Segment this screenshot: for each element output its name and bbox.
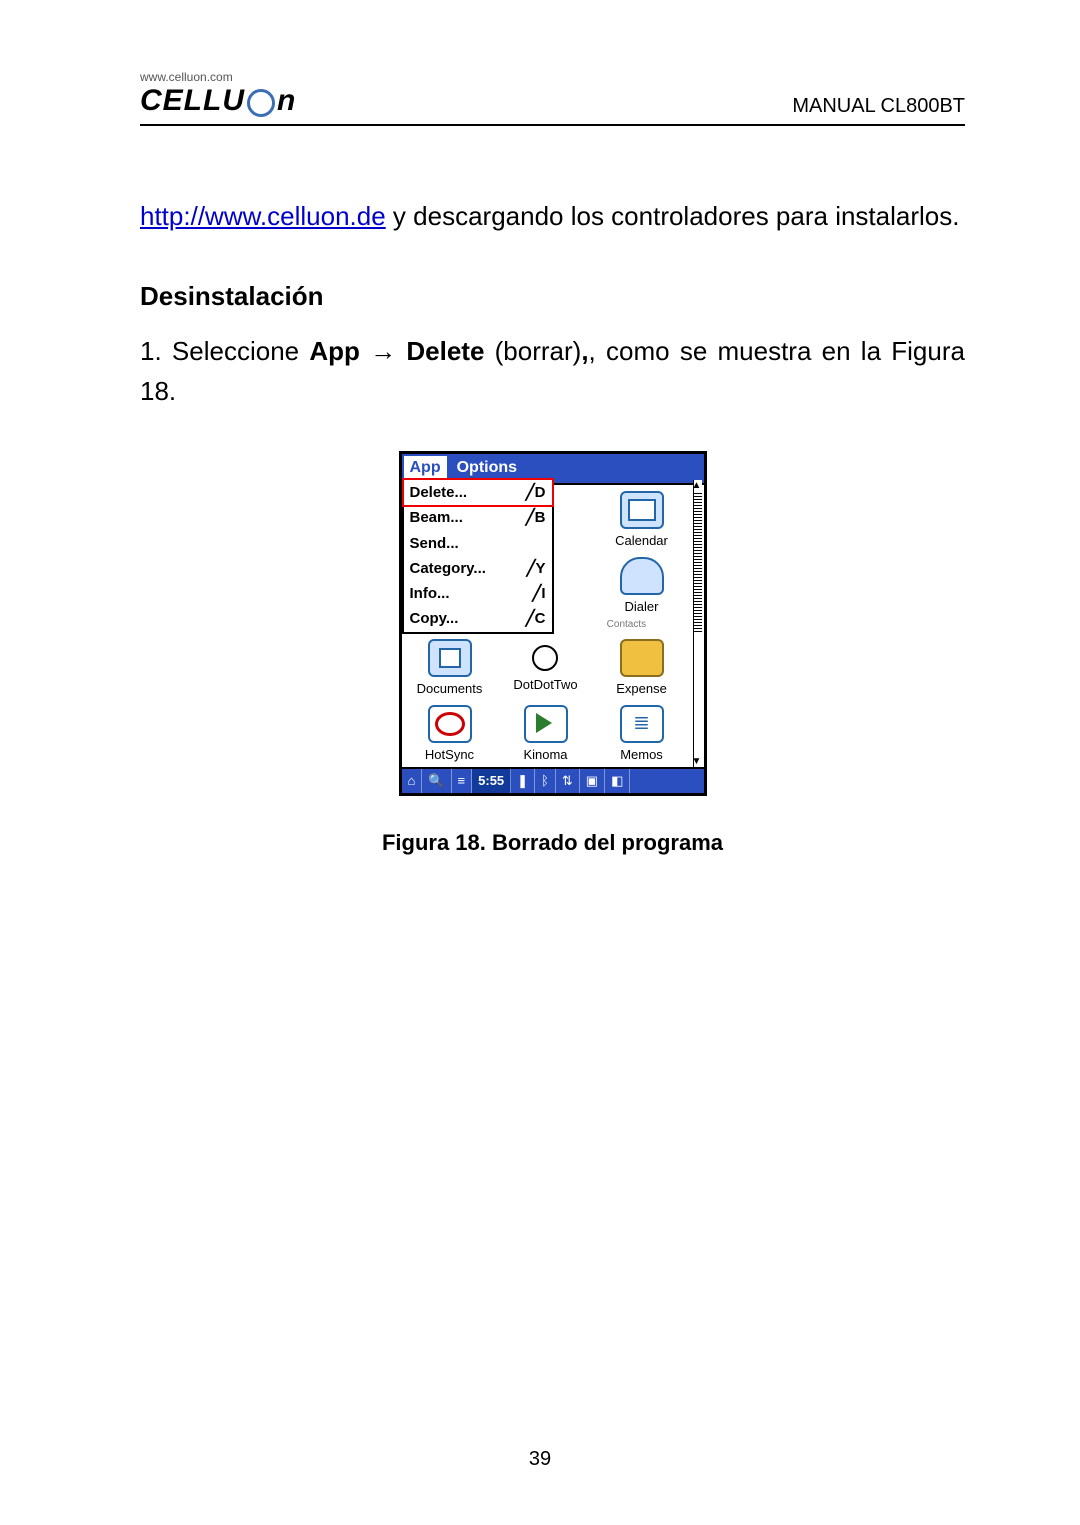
calendar-icon <box>620 491 664 529</box>
download-link[interactable]: http://www.celluon.de <box>140 201 386 231</box>
app-label: Memos <box>594 745 690 765</box>
app-label: Kinoma <box>498 745 594 765</box>
menu-item-label: Send... <box>410 532 459 555</box>
step-comma: , <box>581 336 588 366</box>
brand-url: www.celluon.com <box>140 70 296 84</box>
step-1: 1. Seleccione App → Delete (borrar),, co… <box>140 331 965 412</box>
app-label: Expense <box>594 679 690 699</box>
brand-wordmark: CELLU n <box>140 84 296 118</box>
step-paren: (borrar) <box>484 336 581 366</box>
app-hotsync[interactable]: HotSync <box>402 701 498 767</box>
app-memos[interactable]: Memos <box>594 701 690 767</box>
palm-menu-item-delete[interactable]: Delete... ╱D <box>402 478 554 507</box>
figure-caption: Figura 18. Borrado del programa <box>140 826 965 860</box>
palm-scrollbar[interactable] <box>693 480 702 767</box>
expense-icon <box>620 639 664 677</box>
dialer-icon <box>620 557 664 595</box>
status-menu-icon[interactable]: ≡ <box>452 769 473 793</box>
step-delete-bold: Delete <box>406 336 484 366</box>
palm-app-dropdown: Delete... ╱D Beam... ╱B Send...Category... ╱Y… <box>402 478 554 634</box>
app-kinoma[interactable]: Kinoma <box>498 701 594 767</box>
palm-menu-item-send[interactable]: Send... <box>404 531 552 556</box>
menu-item-shortcut: ╱D <box>526 481 546 504</box>
obscured-right: Contacts <box>607 617 646 633</box>
status-home-icon[interactable]: ⌂ <box>402 769 423 793</box>
app-label: DotDotTwo <box>498 675 594 695</box>
palm-menu-item-info[interactable]: Info... ╱I <box>404 581 552 606</box>
status-bluetooth-icon[interactable]: ᛒ <box>535 769 556 793</box>
manual-label: MANUAL CL800BT <box>792 95 965 118</box>
step-app-bold: App <box>309 336 360 366</box>
app-calendar[interactable]: Calendar <box>594 487 690 553</box>
step-arrow: → <box>360 336 406 366</box>
kinoma-icon <box>524 705 568 743</box>
app-label: Calendar <box>594 531 690 551</box>
page-body: http://www.celluon.de y descargando los … <box>140 126 965 860</box>
menu-item-shortcut: ╱I <box>532 582 545 605</box>
app-dotdottwo[interactable]: DotDotTwo <box>498 635 594 701</box>
brand-ring-icon <box>247 89 275 117</box>
app-label: HotSync <box>402 745 498 765</box>
menu-item-label: Category... <box>410 557 486 580</box>
dotdottwo-icon <box>526 639 566 673</box>
palm-status-bar: ⌂ 🔍 ≡ 5:55 ❚ ᛒ ⇅ ▣ ◧ <box>402 767 704 793</box>
app-documents[interactable]: Documents <box>402 635 498 701</box>
section-heading: Desinstalación <box>140 276 965 316</box>
palm-screenshot: App Options Delete...╱DBeam...╱BSend...C… <box>399 451 707 796</box>
app-label: Dialer <box>594 597 690 617</box>
manual-page: www.celluon.com CELLU n MANUAL CL800BT h… <box>0 0 1080 1525</box>
intro-rest: y descargando los controladores para ins… <box>386 201 960 231</box>
brand-logo: www.celluon.com CELLU n <box>140 70 296 118</box>
documents-icon <box>428 639 472 677</box>
scroll-thumb[interactable] <box>694 492 702 632</box>
menu-item-shortcut: ╱C <box>526 607 546 630</box>
menu-item-shortcut: ╱Y <box>526 557 545 580</box>
palm-menu-item-copy[interactable]: Copy... ╱C <box>404 606 552 631</box>
app-label: Documents <box>402 679 498 699</box>
memos-icon <box>620 705 664 743</box>
menu-item-shortcut: ╱B <box>526 506 546 529</box>
menu-item-label: Info... <box>410 582 450 605</box>
figure-wrap: App Options Delete...╱DBeam...╱BSend...C… <box>140 451 965 860</box>
palm-menu-item-category[interactable]: Category... ╱Y <box>404 556 552 581</box>
app-dialer[interactable]: Dialer <box>594 553 690 619</box>
brand-word-right: n <box>277 84 296 118</box>
status-tray-icon[interactable]: ◧ <box>605 769 630 793</box>
brand-word-left: CELLU <box>140 84 245 118</box>
app-expense[interactable]: Expense <box>594 635 690 701</box>
page-header: www.celluon.com CELLU n MANUAL CL800BT <box>140 70 965 126</box>
status-time[interactable]: 5:55 <box>472 769 511 793</box>
menu-item-label: Delete... <box>410 481 468 504</box>
status-battery-icon[interactable]: ▣ <box>580 769 605 793</box>
palm-menu-item-beam[interactable]: Beam... ╱B <box>404 505 552 530</box>
status-signal-icon[interactable]: ⇅ <box>556 769 580 793</box>
page-number: 39 <box>0 1448 1080 1471</box>
hotsync-icon <box>428 705 472 743</box>
menu-item-label: Beam... <box>410 506 463 529</box>
step-prefix: 1. Seleccione <box>140 336 309 366</box>
menu-item-label: Copy... <box>410 607 459 630</box>
status-alert-icon[interactable]: ❚ <box>511 769 535 793</box>
status-search-icon[interactable]: 🔍 <box>422 769 451 793</box>
intro-paragraph: http://www.celluon.de y descargando los … <box>140 196 965 236</box>
